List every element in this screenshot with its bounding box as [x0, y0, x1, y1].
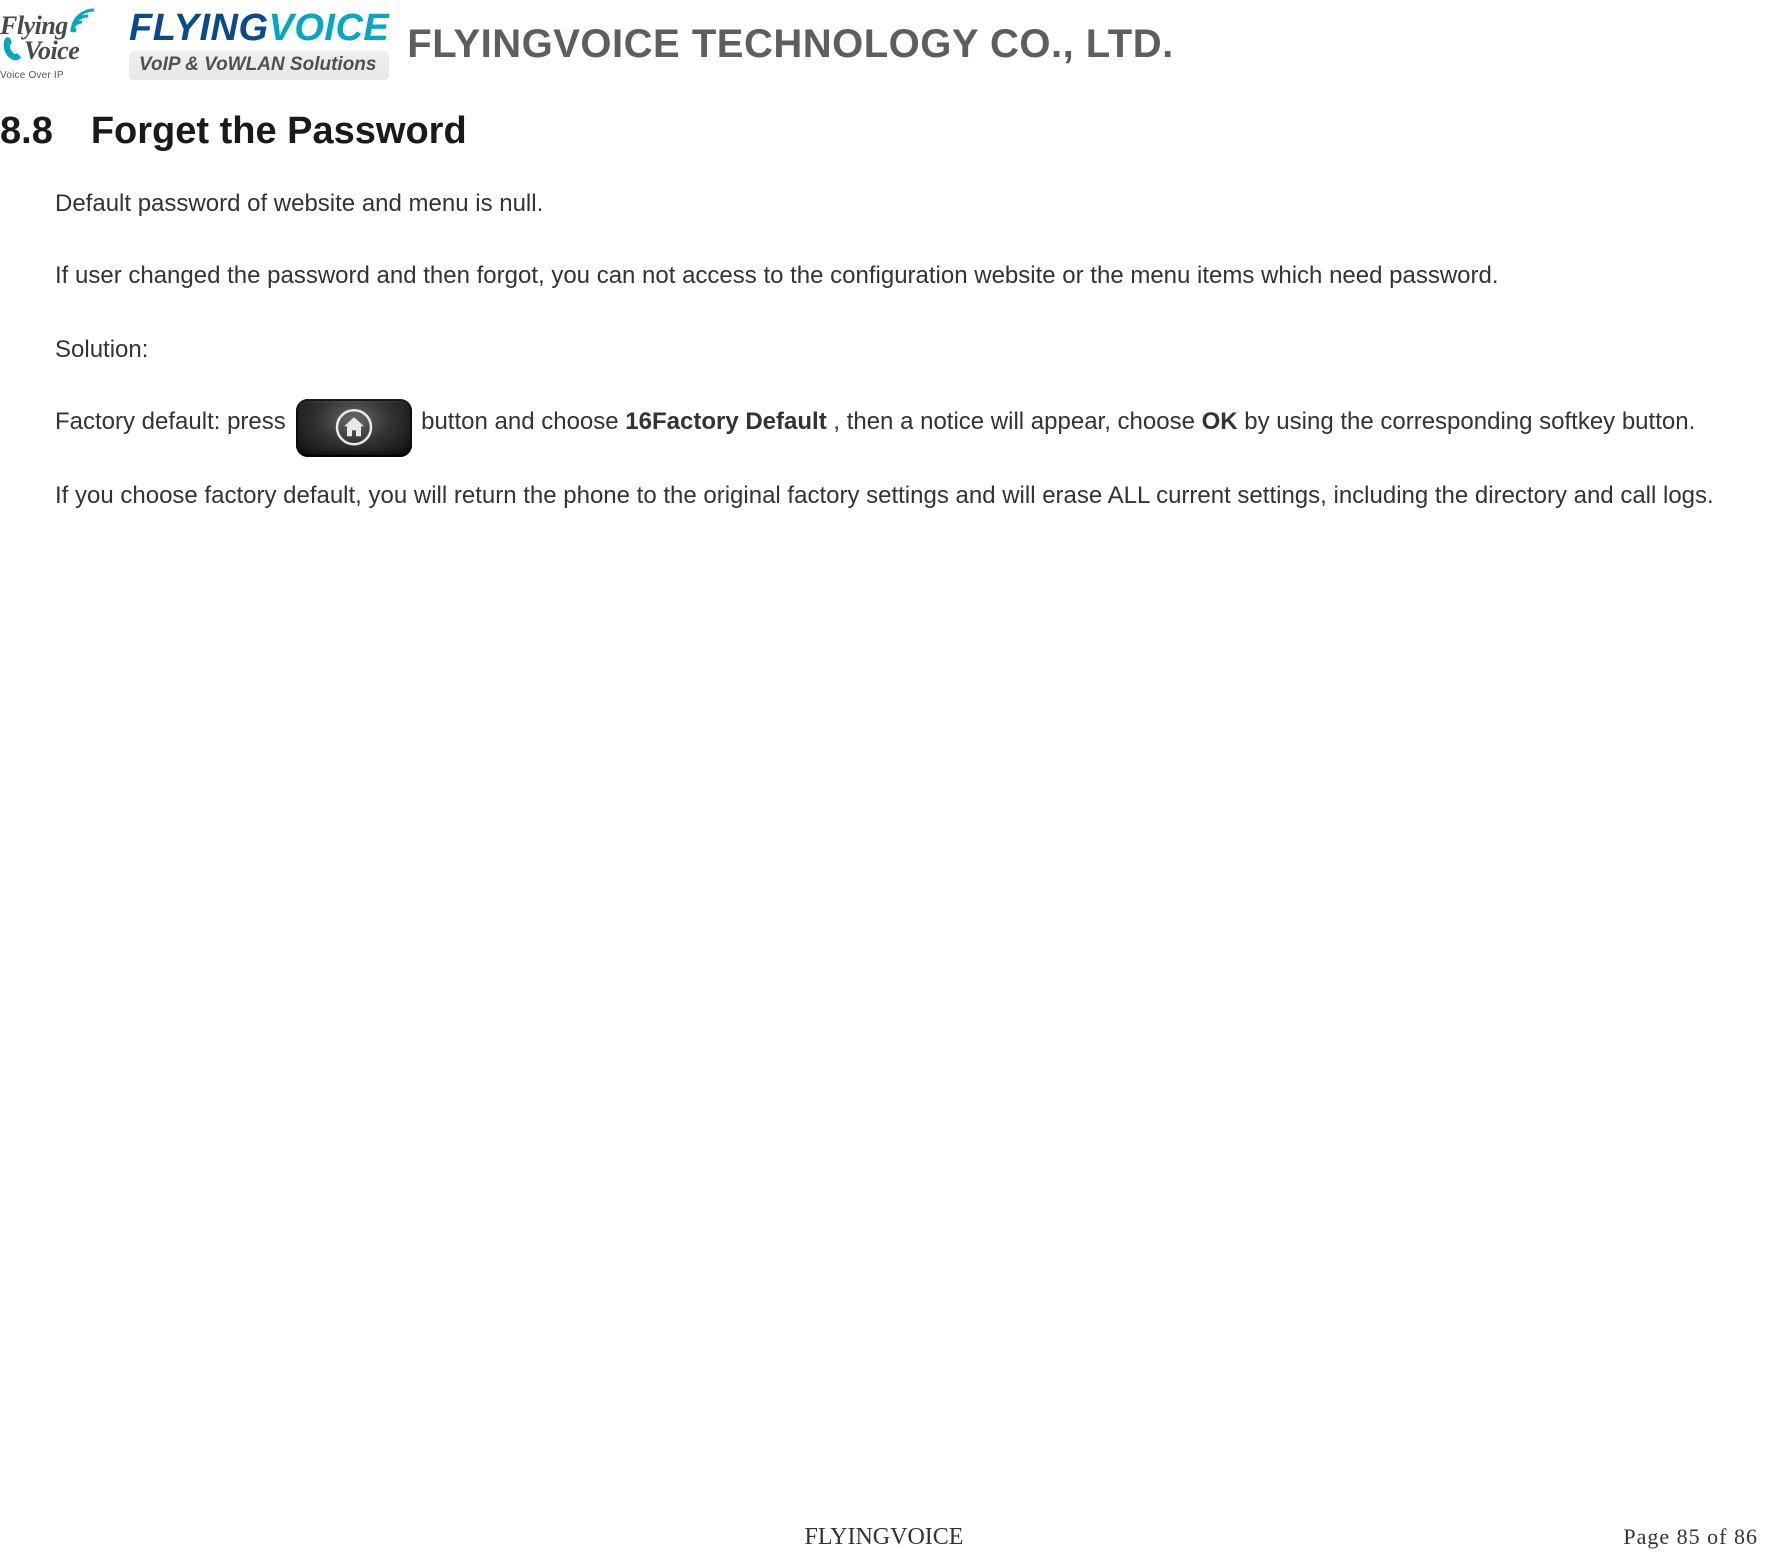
paragraph-5: If you choose factory default, you will … — [55, 469, 1755, 523]
section-body: Default password of website and menu is … — [55, 177, 1755, 523]
footer-page: Page 85 of 86 — [1623, 1524, 1758, 1550]
section-title: Forget the Password — [91, 110, 467, 153]
section-number: 8.8 — [0, 110, 53, 153]
paragraph-4: Factory default: press button and choose… — [55, 395, 1755, 449]
p4-post-b: by using the corresponding softkey butto… — [1244, 408, 1695, 435]
section-heading: 8.8 Forget the Password — [0, 110, 1768, 153]
paragraph-1: Default password of website and menu is … — [55, 177, 1755, 231]
page-header: Flying Voice Voice O — [0, 0, 1768, 88]
paragraph-2: If user changed the password and then fo… — [55, 249, 1755, 303]
p4-bold-2: OK — [1202, 408, 1238, 435]
p4-pre-button: Factory default: press — [55, 408, 292, 435]
company-name: FLYINGVOICE TECHNOLOGY CO., LTD. — [407, 22, 1173, 67]
footer-center: FLYINGVOICE — [805, 1524, 964, 1551]
p4-bold-1: 16Factory Default — [625, 408, 826, 435]
home-button-icon — [296, 399, 412, 457]
logo-wordmark: FLYINGVOICE VoIP & VoWLAN Solutions — [129, 9, 389, 80]
logo-mark: Flying Voice Voice O — [0, 0, 115, 88]
p4-mid: , then a notice will appear, choose — [833, 408, 1201, 435]
logo-mark-tagline: Voice Over IP — [0, 70, 64, 81]
p4-post-a: button and choose — [421, 408, 625, 435]
logo-mark-line2: Voice — [24, 36, 79, 66]
logo-wordmark-part1: FLYING — [129, 7, 269, 49]
phone-handset-icon — [2, 35, 24, 68]
logo-wordmark-part2: VOICE — [269, 7, 390, 49]
logo-wordmark-strapline: VoIP & VoWLAN Solutions — [129, 51, 389, 80]
logo-mark-line2-wrap: Voice — [0, 35, 79, 68]
document-page: Flying Voice Voice O — [0, 0, 1768, 1562]
logo-wordmark-text: FLYINGVOICE — [129, 9, 389, 47]
page-footer: FLYINGVOICE Page 85 of 86 — [0, 1524, 1768, 1550]
paragraph-3: Solution: — [55, 323, 1755, 377]
